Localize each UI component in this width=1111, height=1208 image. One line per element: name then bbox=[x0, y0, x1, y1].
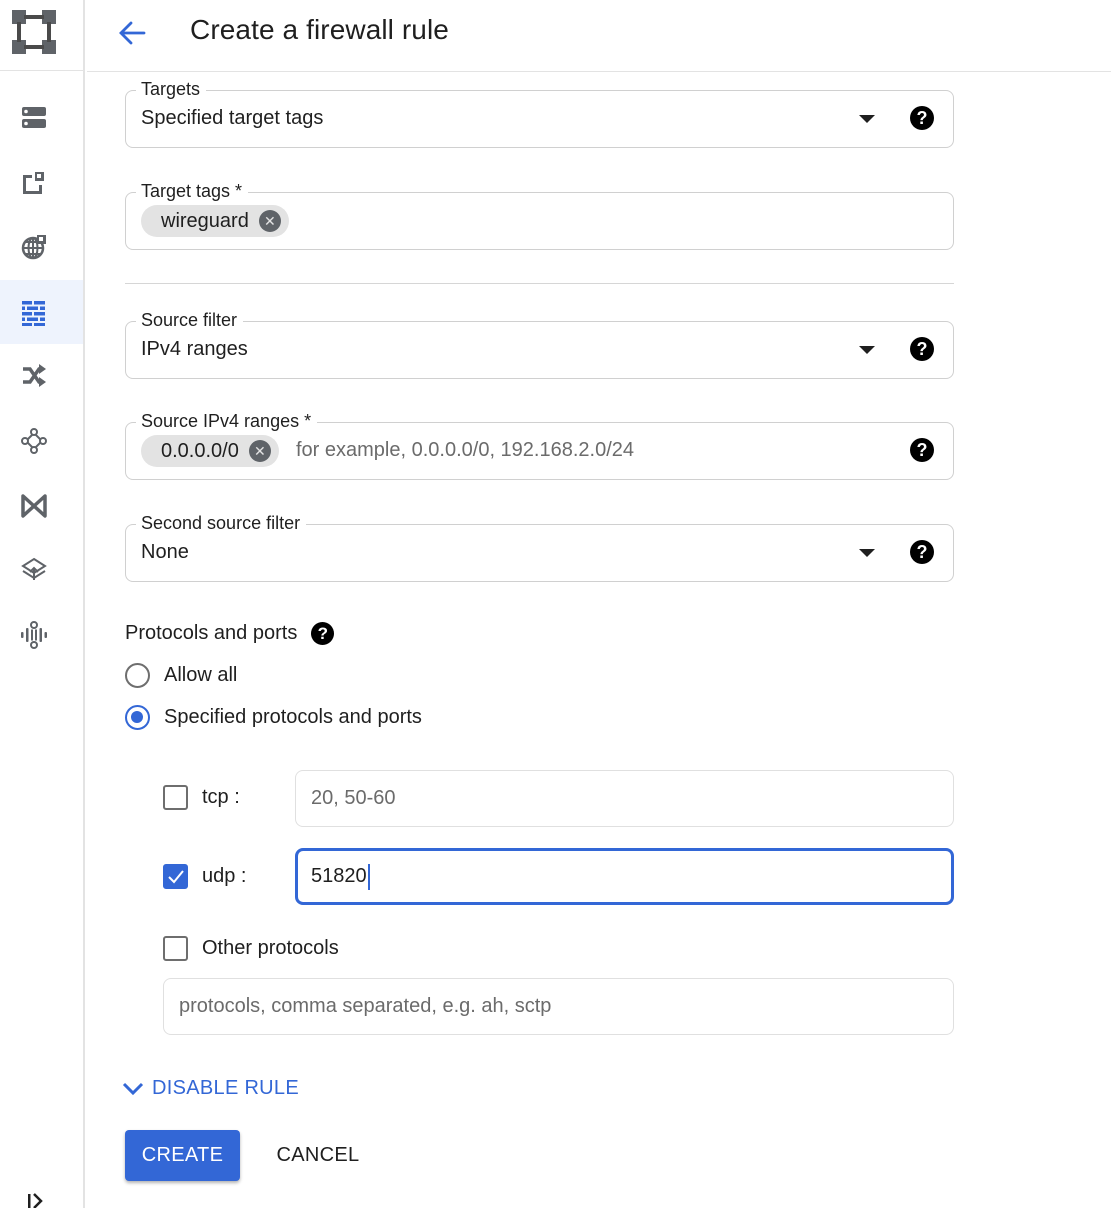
other-protocols-label: Other protocols bbox=[202, 937, 339, 959]
tcp-label: tcp : bbox=[202, 786, 240, 808]
udp-ports-value: 51820 bbox=[311, 865, 367, 887]
other-protocols-checkbox-row[interactable]: Other protocols bbox=[163, 936, 339, 961]
target-tags-label: Target tags * bbox=[136, 180, 249, 202]
help-icon[interactable]: ? bbox=[910, 540, 934, 564]
checkmark-icon bbox=[168, 870, 184, 884]
help-icon[interactable]: ? bbox=[910, 337, 934, 361]
second-source-filter-select[interactable]: Second source filter None ? bbox=[125, 512, 954, 582]
create-button[interactable]: CREATE bbox=[125, 1130, 240, 1181]
section-divider bbox=[125, 283, 954, 284]
protocols-heading-text: Protocols and ports bbox=[125, 622, 298, 644]
sidebar-item-network-topology[interactable] bbox=[0, 409, 83, 473]
second-source-filter-label: Second source filter bbox=[136, 512, 307, 534]
dropdown-arrow-icon[interactable] bbox=[859, 346, 875, 354]
targets-label: Targets bbox=[136, 78, 207, 100]
tcp-checkbox-row[interactable]: tcp : bbox=[163, 785, 240, 810]
radio-button[interactable] bbox=[125, 705, 150, 730]
targets-value: Specified target tags bbox=[141, 107, 324, 129]
sidebar-item-internal-ranges[interactable] bbox=[0, 215, 83, 279]
source-ipv4-ranges-input[interactable]: Source IPv4 ranges * 0.0.0.0/0 ✕ for exa… bbox=[125, 410, 954, 480]
routes-icon bbox=[23, 364, 46, 387]
sidebar-item-firewall[interactable] bbox=[0, 280, 83, 344]
dropdown-arrow-icon[interactable] bbox=[859, 115, 875, 123]
text-cursor bbox=[367, 863, 370, 890]
chevron-down-icon bbox=[122, 1082, 144, 1095]
vpc-network-logo-icon[interactable] bbox=[10, 8, 58, 56]
sidebar-item-vpc-peering[interactable] bbox=[0, 474, 83, 538]
back-button[interactable] bbox=[115, 16, 149, 50]
left-nav-sidebar bbox=[0, 0, 85, 1208]
source-filter-value: IPv4 ranges bbox=[141, 338, 248, 360]
globe-network-icon bbox=[21, 235, 46, 260]
udp-label: udp : bbox=[202, 865, 247, 887]
dropdown-arrow-icon[interactable] bbox=[859, 549, 875, 557]
source-filter-label: Source filter bbox=[136, 309, 244, 331]
radio-label: Specified protocols and ports bbox=[164, 706, 422, 728]
disable-rule-label: DISABLE RULE bbox=[152, 1077, 299, 1099]
radio-button[interactable] bbox=[125, 663, 150, 688]
udp-checkbox[interactable] bbox=[163, 864, 188, 889]
help-icon[interactable]: ? bbox=[910, 438, 934, 462]
target-tags-input[interactable]: Target tags * wireguard ✕ bbox=[125, 180, 954, 250]
tag-chip-label: wireguard bbox=[161, 209, 249, 232]
tcp-ports-placeholder: 20, 50-60 bbox=[311, 787, 396, 809]
vpc-peering-icon bbox=[21, 494, 47, 518]
sidebar-item-ip-addresses[interactable] bbox=[0, 151, 83, 215]
page-header: Create a firewall rule bbox=[87, 0, 1111, 72]
tag-chip: wireguard ✕ bbox=[141, 205, 289, 237]
radio-label: Allow all bbox=[164, 664, 238, 686]
source-ipv4-ranges-label: Source IPv4 ranges * bbox=[136, 410, 318, 432]
udp-ports-input[interactable]: 51820 bbox=[295, 848, 954, 905]
remove-chip-icon[interactable]: ✕ bbox=[258, 210, 281, 232]
sidebar-divider bbox=[0, 70, 85, 71]
radio-allow-all[interactable]: Allow all bbox=[125, 663, 237, 688]
help-icon[interactable]: ? bbox=[311, 622, 335, 645]
disable-rule-toggle[interactable]: DISABLE RULE bbox=[122, 1077, 299, 1100]
network-topology-icon bbox=[21, 428, 47, 454]
ip-ranges-placeholder: for example, 0.0.0.0/0, 192.168.2.0/24 bbox=[296, 439, 635, 461]
help-icon[interactable]: ? bbox=[910, 106, 934, 130]
sidebar-item-vpc-networks[interactable] bbox=[0, 86, 83, 150]
page-title: Create a firewall rule bbox=[190, 14, 449, 45]
other-protocols-checkbox[interactable] bbox=[163, 936, 188, 961]
other-protocols-input[interactable]: protocols, comma separated, e.g. ah, sct… bbox=[163, 978, 954, 1035]
udp-checkbox-row[interactable]: udp : bbox=[163, 864, 246, 889]
arrow-back-icon bbox=[119, 21, 146, 45]
firewall-icon bbox=[22, 301, 45, 326]
targets-select[interactable]: Targets Specified target tags ? bbox=[125, 78, 954, 148]
remove-chip-icon[interactable]: ✕ bbox=[248, 440, 271, 462]
tcp-ports-input[interactable]: 20, 50-60 bbox=[295, 770, 954, 827]
shared-vpc-icon bbox=[21, 557, 47, 580]
tcp-checkbox[interactable] bbox=[163, 785, 188, 810]
packet-mirroring-icon bbox=[21, 621, 47, 649]
server-icon bbox=[22, 107, 46, 128]
expand-sidebar-icon[interactable] bbox=[26, 1190, 46, 1208]
sidebar-item-packet-mirroring[interactable] bbox=[0, 603, 83, 667]
sidebar-item-shared-vpc[interactable] bbox=[0, 538, 83, 602]
radio-specified-protocols[interactable]: Specified protocols and ports bbox=[125, 705, 422, 730]
second-source-filter-value: None bbox=[141, 541, 189, 563]
ip-range-chip-label: 0.0.0.0/0 bbox=[161, 439, 239, 462]
source-filter-select[interactable]: Source filter IPv4 ranges ? bbox=[125, 309, 954, 379]
sidebar-item-routes[interactable] bbox=[0, 344, 83, 408]
ip-range-chip: 0.0.0.0/0 ✕ bbox=[141, 435, 279, 467]
other-protocols-placeholder: protocols, comma separated, e.g. ah, sct… bbox=[179, 995, 552, 1017]
cancel-button[interactable]: CANCEL bbox=[262, 1130, 374, 1181]
protocols-heading: Protocols and ports ? bbox=[125, 622, 335, 645]
external-ip-icon bbox=[23, 172, 44, 194]
